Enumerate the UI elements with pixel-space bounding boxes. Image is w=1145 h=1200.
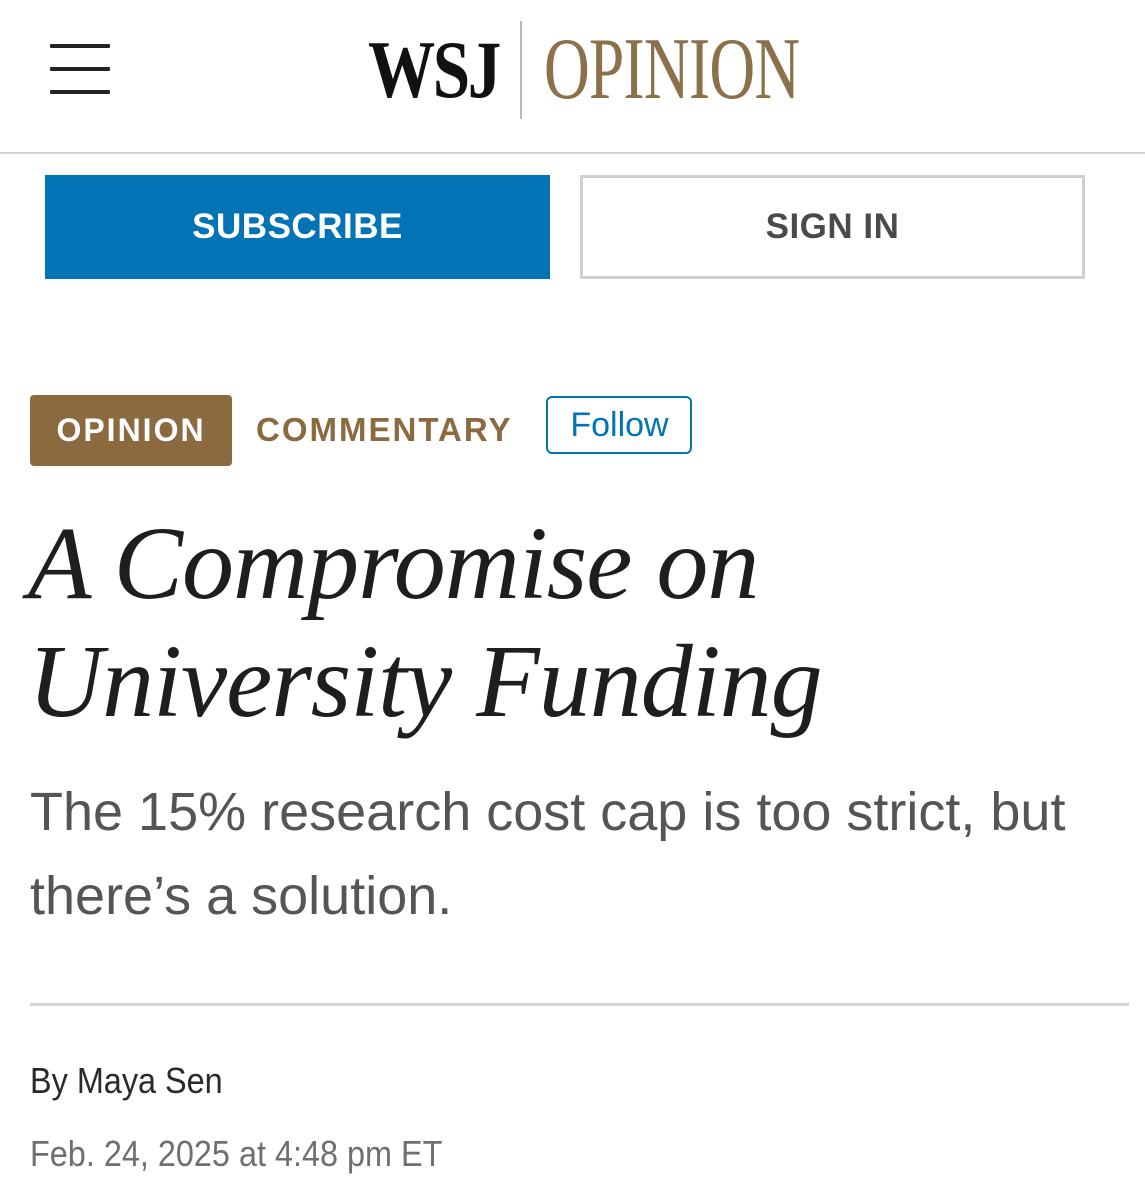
menu-line — [50, 67, 110, 71]
byline-prefix: By — [30, 1060, 77, 1101]
article-labels: OPINION COMMENTARY Follow — [30, 394, 693, 466]
publish-timestamp: Feb. 24, 2025 at 4:48 pm ET — [30, 1133, 443, 1174]
masthead-logo[interactable]: WSJ OPINION — [368, 20, 814, 120]
sign-in-button[interactable]: SIGN IN — [580, 175, 1085, 279]
logo-divider — [520, 21, 522, 119]
subscribe-button[interactable]: SUBSCRIBE — [45, 175, 550, 279]
section-badge[interactable]: OPINION — [30, 394, 232, 466]
menu-line — [50, 90, 110, 94]
article-headline: A Compromise on University Funding — [28, 506, 823, 739]
top-header: WSJ OPINION — [0, 0, 1145, 154]
follow-button[interactable]: Follow — [546, 396, 693, 454]
category-label[interactable]: COMMENTARY — [256, 411, 512, 449]
wsj-logo: WSJ — [368, 24, 501, 115]
byline: By Maya Sen — [30, 1060, 223, 1102]
hamburger-menu-icon[interactable] — [50, 44, 110, 96]
opinion-logo: OPINION — [544, 21, 800, 118]
divider — [30, 1003, 1129, 1006]
article-dek: The 15% research cost cap is too strict,… — [30, 782, 1066, 926]
menu-line — [50, 44, 110, 48]
author-link[interactable]: Maya Sen — [77, 1060, 223, 1101]
